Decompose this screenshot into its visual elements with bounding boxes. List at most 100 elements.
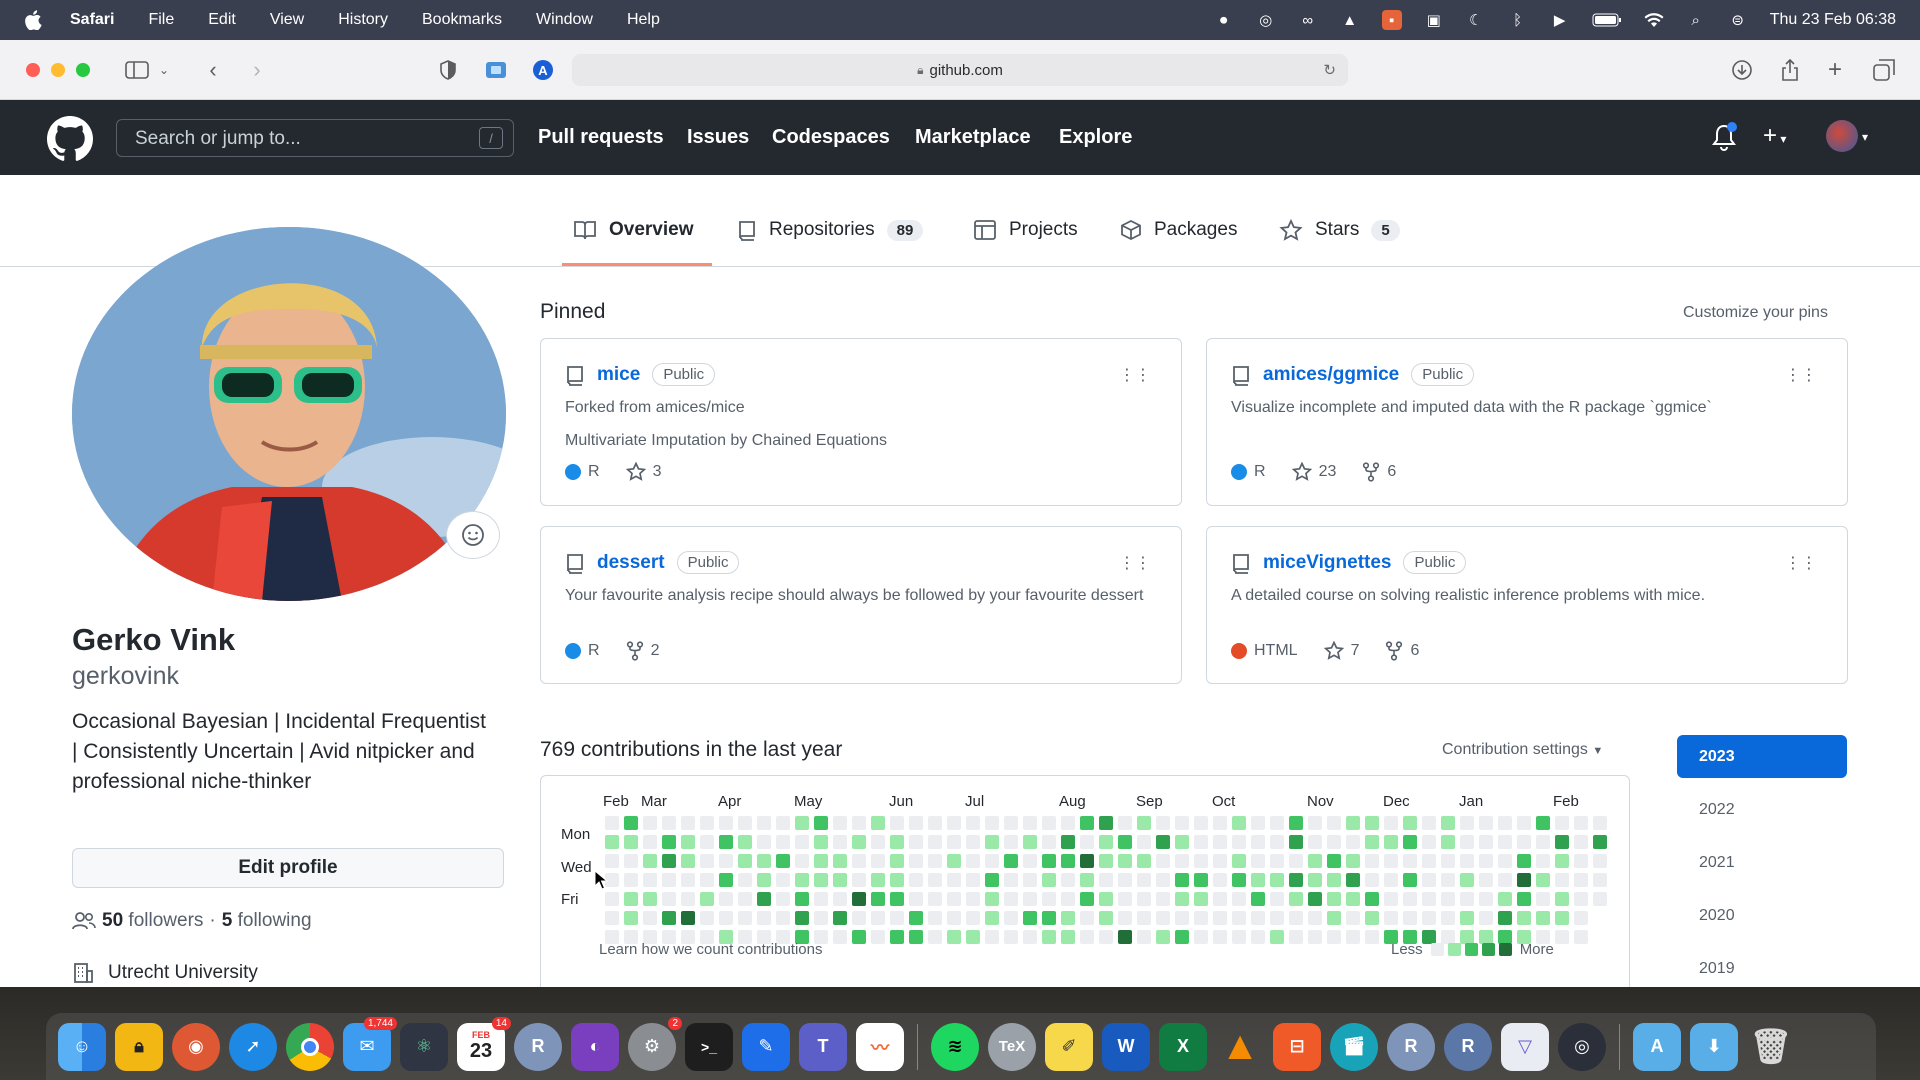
contribution-day-cell[interactable] — [852, 873, 866, 887]
contribution-day-cell[interactable] — [1403, 835, 1417, 849]
contribution-day-cell[interactable] — [1365, 930, 1379, 944]
contribution-day-cell[interactable] — [1498, 873, 1512, 887]
contribution-day-cell[interactable] — [738, 816, 752, 830]
contribution-day-cell[interactable] — [1555, 892, 1569, 906]
contribution-day-cell[interactable] — [1156, 892, 1170, 906]
contribution-day-cell[interactable] — [1042, 911, 1056, 925]
contribution-day-cell[interactable] — [1517, 892, 1531, 906]
menu-bookmarks[interactable]: Bookmarks — [422, 11, 502, 29]
contribution-day-cell[interactable] — [1118, 873, 1132, 887]
contribution-day-cell[interactable] — [1175, 835, 1189, 849]
contribution-day-cell[interactable] — [1422, 911, 1436, 925]
contribution-day-cell[interactable] — [1536, 816, 1550, 830]
contribution-day-cell[interactable] — [1422, 854, 1436, 868]
year-2019-button[interactable]: 2019 — [1677, 947, 1847, 987]
contribution-day-cell[interactable] — [1213, 873, 1227, 887]
contribution-day-cell[interactable] — [1555, 835, 1569, 849]
contribution-day-cell[interactable] — [1099, 930, 1113, 944]
contribution-day-cell[interactable] — [1422, 892, 1436, 906]
contribution-day-cell[interactable] — [757, 816, 771, 830]
contribution-day-cell[interactable] — [1137, 816, 1151, 830]
contribution-day-cell[interactable] — [1118, 892, 1132, 906]
contribution-day-cell[interactable] — [1574, 892, 1588, 906]
contribution-day-cell[interactable] — [1441, 911, 1455, 925]
contribution-day-cell[interactable] — [1270, 835, 1284, 849]
drive-icon[interactable]: ▲ — [1340, 10, 1360, 30]
calendar-icon[interactable]: FEB 23 14 — [457, 1016, 511, 1071]
contribution-day-cell[interactable] — [1346, 892, 1360, 906]
contribution-day-cell[interactable] — [1460, 911, 1474, 925]
contribution-day-cell[interactable] — [1270, 816, 1284, 830]
contribution-day-cell[interactable] — [1460, 835, 1474, 849]
contribution-day-cell[interactable] — [1194, 892, 1208, 906]
close-window-button[interactable] — [26, 63, 40, 77]
nav-marketplace[interactable]: Marketplace — [915, 126, 1031, 149]
spotify-icon[interactable]: ≋ — [931, 1022, 979, 1071]
contribution-day-cell[interactable] — [1498, 911, 1512, 925]
contribution-day-cell[interactable] — [700, 873, 714, 887]
contribution-day-cell[interactable] — [1023, 911, 1037, 925]
tex-icon[interactable]: TeX — [988, 1022, 1036, 1071]
contribution-day-cell[interactable] — [1061, 911, 1075, 925]
create-new-icon[interactable]: + ▾ — [1763, 122, 1786, 150]
contribution-day-cell[interactable] — [1384, 873, 1398, 887]
contribution-day-cell[interactable] — [1080, 911, 1094, 925]
contribution-day-cell[interactable] — [1327, 892, 1341, 906]
tab-stars[interactable]: Stars 5 — [1279, 219, 1400, 241]
contribution-day-cell[interactable] — [1042, 930, 1056, 944]
contribution-day-cell[interactable] — [1232, 854, 1246, 868]
contribution-day-cell[interactable] — [1270, 873, 1284, 887]
contribution-day-cell[interactable] — [1479, 873, 1493, 887]
contribution-day-cell[interactable] — [1023, 892, 1037, 906]
learn-contributions-link[interactable]: Learn how we count contributions — [599, 941, 822, 958]
contribution-day-cell[interactable] — [700, 816, 714, 830]
contribution-day-cell[interactable] — [1251, 854, 1265, 868]
year-2022-button[interactable]: 2022 — [1677, 788, 1847, 831]
applications-folder-icon[interactable]: A — [1633, 1022, 1681, 1071]
contribution-day-cell[interactable] — [1403, 854, 1417, 868]
contribution-day-cell[interactable] — [1289, 930, 1303, 944]
contribution-day-cell[interactable] — [1365, 873, 1379, 887]
contribution-day-cell[interactable] — [1270, 892, 1284, 906]
contribution-day-cell[interactable] — [1061, 930, 1075, 944]
contribution-day-cell[interactable] — [662, 816, 676, 830]
menu-help[interactable]: Help — [627, 11, 660, 29]
contribution-day-cell[interactable] — [776, 892, 790, 906]
toolbox-icon[interactable]: ⊟ — [1273, 1022, 1321, 1071]
contribution-day-cell[interactable] — [1593, 892, 1607, 906]
contribution-day-cell[interactable] — [1023, 873, 1037, 887]
menu-file[interactable]: File — [148, 11, 174, 29]
contribution-day-cell[interactable] — [738, 873, 752, 887]
contribution-day-cell[interactable] — [814, 892, 828, 906]
contribution-day-cell[interactable] — [1441, 892, 1455, 906]
contribution-day-cell[interactable] — [814, 911, 828, 925]
contribution-day-cell[interactable] — [757, 854, 771, 868]
contribution-day-cell[interactable] — [1232, 873, 1246, 887]
contribution-day-cell[interactable] — [1137, 835, 1151, 849]
contribution-day-cell[interactable] — [928, 911, 942, 925]
address-bar[interactable]: 🔒︎ github.com ↻ — [572, 54, 1348, 86]
vlc-icon[interactable]: ▲ — [1216, 1023, 1264, 1071]
mail-icon[interactable]: ✉ 1,744 — [343, 1016, 397, 1071]
contribution-day-cell[interactable] — [985, 835, 999, 849]
excel-icon[interactable]: X — [1159, 1022, 1207, 1071]
r-app-icon[interactable]: R — [1387, 1022, 1435, 1071]
contribution-day-cell[interactable] — [1574, 911, 1588, 925]
avatar-caret-icon[interactable]: ▾ — [1862, 130, 1868, 144]
contribution-day-cell[interactable] — [985, 892, 999, 906]
duckduckgo-icon[interactable]: ◉ — [172, 1022, 220, 1071]
contribution-day-cell[interactable] — [795, 835, 809, 849]
year-2020-button[interactable]: 2020 — [1677, 894, 1847, 937]
contribution-day-cell[interactable] — [833, 930, 847, 944]
menu-app-safari[interactable]: Safari — [70, 11, 114, 29]
contribution-day-cell[interactable] — [700, 892, 714, 906]
contribution-day-cell[interactable] — [643, 892, 657, 906]
contribution-day-cell[interactable] — [1061, 816, 1075, 830]
contribution-day-cell[interactable] — [1232, 835, 1246, 849]
contribution-day-cell[interactable] — [757, 835, 771, 849]
contribution-day-cell[interactable] — [738, 835, 752, 849]
contribution-day-cell[interactable] — [1232, 930, 1246, 944]
contribution-day-cell[interactable] — [1555, 930, 1569, 944]
record-icon[interactable]: ⏺ — [1214, 10, 1234, 30]
contribution-day-cell[interactable] — [1004, 854, 1018, 868]
